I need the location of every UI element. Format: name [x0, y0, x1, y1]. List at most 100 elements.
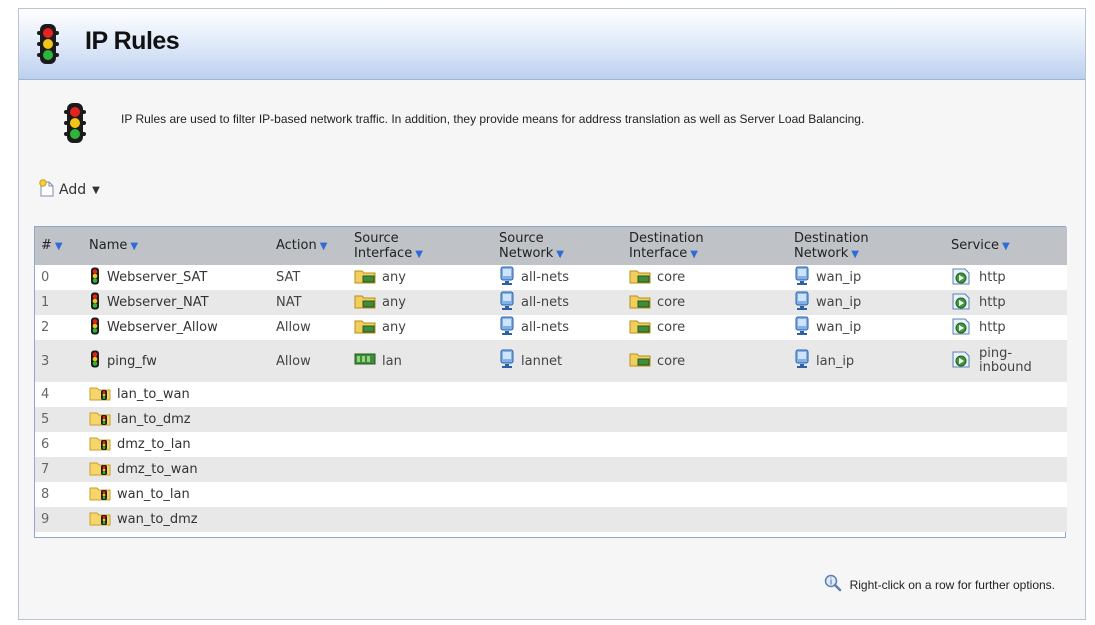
- col-header-num[interactable]: # ▼: [35, 227, 83, 265]
- network-address-icon: [499, 349, 515, 373]
- interface-icon: [354, 293, 376, 313]
- cell-source-interface: any: [348, 265, 493, 290]
- sort-arrow-icon: ▼: [556, 248, 564, 260]
- cell-num: 3: [35, 340, 83, 382]
- cell-name: Webserver_NAT: [83, 290, 270, 315]
- sort-arrow-icon: ▼: [319, 241, 328, 252]
- cell-source-network: lannet: [493, 340, 623, 382]
- cell-empty: [623, 407, 788, 432]
- table-row[interactable]: 4 lan_to_wan: [35, 382, 1067, 407]
- traffic-light-icon: [89, 267, 101, 289]
- col-header-action[interactable]: Action ▼: [270, 227, 348, 265]
- cell-empty: [493, 407, 623, 432]
- service-icon: [951, 317, 973, 339]
- page-title: IP Rules: [85, 27, 180, 55]
- table-row[interactable]: 1 Webserver_NAT NAT any all-nets core wan_ip ht…: [35, 290, 1067, 315]
- table-row[interactable]: 5 lan_to_dmz: [35, 407, 1067, 432]
- cell-destination-interface: core: [623, 265, 788, 290]
- cell-destination-network: wan_ip: [788, 315, 945, 340]
- cell-service: http: [945, 315, 1067, 340]
- sort-arrow-icon: ▼: [1002, 241, 1010, 252]
- cell-name: dmz_to_lan: [83, 432, 270, 457]
- rules-table: # ▼ Name ▼ Action ▼ Source Interface ▼ Source…: [34, 226, 1067, 538]
- folder-traffic-light-icon: [89, 435, 111, 455]
- table-row[interactable]: 3 ping_fw Allow lan lannet core lan_ip ping-inb…: [35, 340, 1067, 382]
- cell-empty: [623, 507, 788, 532]
- cell-empty: [788, 432, 945, 457]
- magnifier-info-icon: i: [824, 574, 842, 595]
- interface-icon: [354, 318, 376, 338]
- folder-traffic-light-icon: [89, 410, 111, 430]
- col-header-name[interactable]: Name ▼: [83, 227, 270, 265]
- add-document-icon: [39, 179, 55, 201]
- cell-empty: [945, 432, 1067, 457]
- cell-empty: [623, 432, 788, 457]
- cell-destination-network: lan_ip: [788, 340, 945, 382]
- cell-empty: [348, 457, 493, 482]
- cell-empty: [348, 407, 493, 432]
- folder-traffic-light-icon: [89, 510, 111, 530]
- col-header-destination-interface[interactable]: Destination Interface ▼: [623, 227, 788, 265]
- cell-empty: [348, 382, 493, 407]
- cell-source-interface: lan: [348, 340, 493, 382]
- sort-arrow-icon: ▼: [690, 248, 698, 260]
- cell-destination-network: wan_ip: [788, 265, 945, 290]
- cell-empty: [945, 457, 1067, 482]
- table-row[interactable]: 7 dmz_to_wan: [35, 457, 1067, 482]
- chevron-down-icon: ▼: [92, 184, 100, 196]
- cell-source-interface: any: [348, 290, 493, 315]
- sort-arrow-icon: ▼: [130, 241, 139, 252]
- cell-empty: [493, 432, 623, 457]
- traffic-light-icon: [89, 317, 101, 339]
- table-row[interactable]: 0 Webserver_SAT SAT any all-nets core wan_ip ht…: [35, 265, 1067, 290]
- cell-source-network: all-nets: [493, 290, 623, 315]
- cell-name: lan_to_wan: [83, 382, 270, 407]
- cell-name: ping_fw: [83, 340, 270, 382]
- cell-empty: [623, 382, 788, 407]
- network-address-icon: [499, 266, 515, 290]
- col-header-source-network[interactable]: Source Network ▼: [493, 227, 623, 265]
- table-row[interactable]: 2 Webserver_Allow Allow any all-nets core wan_…: [35, 315, 1067, 340]
- cell-service: http: [945, 290, 1067, 315]
- cell-source-network: all-nets: [493, 265, 623, 290]
- cell-name: Webserver_Allow: [83, 315, 270, 340]
- interface-icon: [629, 293, 651, 313]
- service-icon: [951, 292, 973, 314]
- table-row[interactable]: 8 wan_to_lan: [35, 482, 1067, 507]
- cell-service: ping-inbound: [945, 340, 1067, 382]
- cell-empty: [788, 507, 945, 532]
- ip-rules-panel: IP Rules IP Rules are used to filter IP-…: [18, 8, 1086, 620]
- table-row[interactable]: 9 wan_to_dmz: [35, 507, 1067, 532]
- cell-empty: [493, 457, 623, 482]
- interface-icon: [354, 268, 376, 288]
- cell-empty: [348, 507, 493, 532]
- cell-num: 4: [35, 382, 83, 407]
- traffic-light-icon: [89, 292, 101, 314]
- cell-name: wan_to_lan: [83, 482, 270, 507]
- col-header-service[interactable]: Service ▼: [945, 227, 1067, 265]
- cell-empty: [788, 382, 945, 407]
- cell-name: Webserver_SAT: [83, 265, 270, 290]
- add-button[interactable]: Add ▼: [39, 179, 100, 201]
- cell-num: 0: [35, 265, 83, 290]
- col-header-destination-network[interactable]: Destination Network ▼: [788, 227, 945, 265]
- cell-empty: [270, 407, 348, 432]
- cell-source-interface: any: [348, 315, 493, 340]
- table-row[interactable]: 6 dmz_to_lan: [35, 432, 1067, 457]
- cell-name: lan_to_dmz: [83, 407, 270, 432]
- network-address-icon: [794, 349, 810, 373]
- cell-empty: [270, 482, 348, 507]
- add-label: Add: [59, 182, 87, 198]
- col-header-source-interface[interactable]: Source Interface ▼: [348, 227, 493, 265]
- cell-destination-network: wan_ip: [788, 290, 945, 315]
- hint-text: Right-click on a row for further options…: [849, 577, 1055, 592]
- cell-name: wan_to_dmz: [83, 507, 270, 532]
- folder-traffic-light-icon: [89, 485, 111, 505]
- traffic-light-icon: [89, 350, 101, 372]
- cell-empty: [623, 482, 788, 507]
- cell-empty: [493, 507, 623, 532]
- traffic-light-icon: [64, 102, 86, 148]
- cell-num: 9: [35, 507, 83, 532]
- cell-source-network: all-nets: [493, 315, 623, 340]
- cell-empty: [945, 507, 1067, 532]
